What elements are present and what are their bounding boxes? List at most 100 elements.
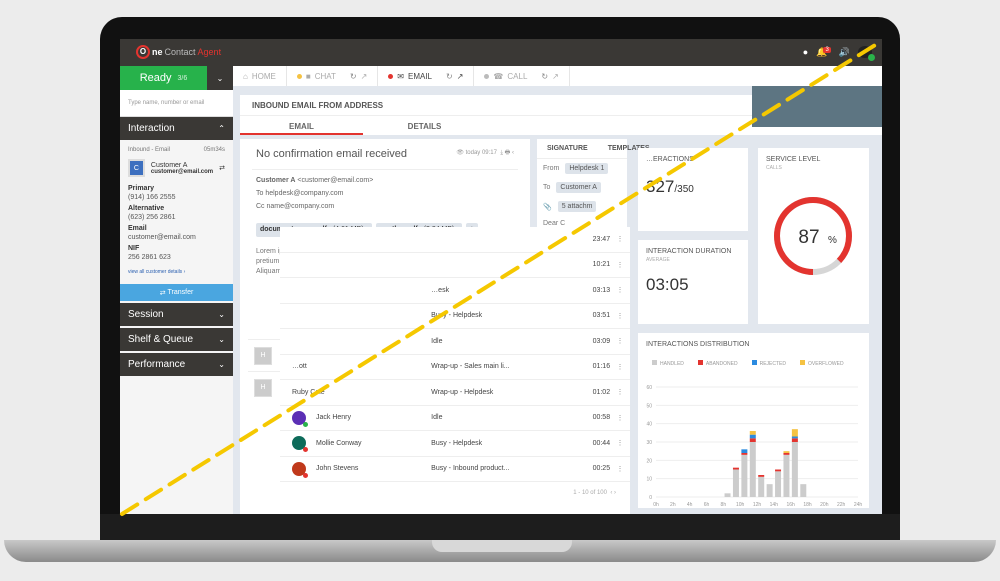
agent-time: 01:02 xyxy=(592,388,611,396)
table-row[interactable]: Busy - Helpdesk 03:51 ⋮ xyxy=(280,304,630,329)
prev-page-icon[interactable]: ‹ xyxy=(610,490,612,496)
legend-item: HANDLED xyxy=(652,360,684,367)
agent-status: Idle xyxy=(431,414,443,422)
table-row[interactable]: …esk 03:13 ⋮ xyxy=(280,278,630,304)
interactions-widget: …ERACTIONS 327/350 xyxy=(638,148,748,231)
refresh-icon[interactable]: ↻ xyxy=(350,72,357,81)
status-dot xyxy=(388,73,394,79)
volume-icon[interactable]: 🔊 xyxy=(839,47,850,58)
tab-label: CHAT xyxy=(314,71,336,81)
y-tick-label: 50 xyxy=(646,403,652,409)
popout-icon[interactable]: ↗ xyxy=(457,72,464,81)
section-performance[interactable]: Performance ⌄ xyxy=(120,353,233,376)
tab-call[interactable]: ☎ CALL ↻ ↗ xyxy=(474,66,570,86)
agent-status[interactable]: Ready 3/6 ⌄ xyxy=(120,66,233,90)
more-vert-icon[interactable]: ⋮ xyxy=(610,286,630,294)
agent-status: Wrap-up - Sales main li... xyxy=(431,363,510,371)
table-row[interactable]: Mollie Conway Busy - Helpdesk 00:44 ⋮ xyxy=(280,431,630,457)
tab-email[interactable]: EMAIL xyxy=(240,116,363,135)
table-row[interactable]: …ott Wrap-up - Sales main li... 01:16 ⋮ xyxy=(280,355,630,380)
tab-details[interactable]: DETAILS xyxy=(363,116,486,135)
bar-abandoned-14h xyxy=(775,469,782,472)
more-vert-icon[interactable]: ⋮ xyxy=(610,363,630,371)
tab-signature[interactable]: SIGNATURE xyxy=(537,139,598,158)
distribution-widget: INTERACTIONS DISTRIBUTION HANDLED ABANDON… xyxy=(638,333,869,508)
more-vert-icon[interactable]: ⋮ xyxy=(610,414,630,422)
attachments-chip[interactable]: 5 attachm xyxy=(557,201,597,212)
section-shelf-queue[interactable]: Shelf & Queue ⌄ xyxy=(120,328,233,351)
next-page-icon[interactable]: › xyxy=(614,490,616,496)
search-input[interactable]: Type name, number or email xyxy=(120,90,233,117)
gauge-unit: % xyxy=(828,235,837,246)
more-vert-icon[interactable]: ⋮ xyxy=(610,388,630,396)
popout-icon[interactable]: ↗ xyxy=(552,72,559,81)
table-row[interactable]: 10:21 ⋮ xyxy=(280,253,630,278)
from-select[interactable]: Helpdesk 1 xyxy=(565,163,609,174)
top-icons: ● 🔔3 🔊 xyxy=(803,46,875,61)
view-customer-details-link[interactable]: view all customer details › xyxy=(128,269,225,275)
section-label: Session xyxy=(128,309,164,320)
table-row[interactable]: 23:47 ⋮ xyxy=(280,227,630,253)
duration-widget: INTERACTION DURATION AVERAGE 03:05 xyxy=(638,240,748,324)
bar-handled-16h xyxy=(791,442,798,497)
customer-card: Inbound - Email 05m34s C Customer Acustom… xyxy=(120,142,233,280)
chevron-down-icon[interactable]: ⌄ xyxy=(207,66,233,90)
agent-status: Busy - Helpdesk xyxy=(431,439,483,447)
popout-icon[interactable]: ↗ xyxy=(361,72,368,81)
alert-icon[interactable]: ● xyxy=(803,47,808,57)
widget-title: …ERACTIONS xyxy=(646,156,694,163)
download-icon[interactable]: ⤓ xyxy=(500,150,503,156)
more-vert-icon[interactable]: ⋮ xyxy=(610,261,630,269)
more-vert-icon[interactable]: ⋮ xyxy=(610,235,630,243)
to-chip[interactable]: Customer A xyxy=(556,182,601,193)
agent-name-cell: …ott xyxy=(292,363,431,370)
table-row[interactable]: Jack Henry Idle 00:58 ⋮ xyxy=(280,406,630,431)
section-session[interactable]: Session ⌄ xyxy=(120,303,233,326)
more-vert-icon[interactable]: ⋮ xyxy=(610,312,630,320)
bar-overflowed-15h xyxy=(783,451,790,453)
y-tick-label: 20 xyxy=(646,458,652,464)
section-interaction[interactable]: Interaction ⌃ xyxy=(120,117,233,140)
bar-handled-10h xyxy=(741,454,748,497)
table-row[interactable]: John Stevens Busy - Inbound product... 00:… xyxy=(280,457,630,482)
notification-badge: 3 xyxy=(823,46,831,53)
transfer-button[interactable]: ⇄ Transfer xyxy=(120,284,233,301)
chat-icon: ■ xyxy=(305,71,311,81)
back-icon[interactable]: ‹ xyxy=(512,150,514,156)
tab-chat[interactable]: ■ CHAT ↻ ↗ xyxy=(287,66,379,86)
bar-overflowed-16h xyxy=(791,429,798,437)
legend-item: OVERFLOWED xyxy=(800,360,844,367)
bell-icon[interactable]: 🔔3 xyxy=(816,46,831,58)
tab-label: CALL xyxy=(507,71,528,81)
more-vert-icon[interactable]: ⋮ xyxy=(610,465,630,473)
refresh-icon[interactable]: ↻ xyxy=(541,72,548,81)
section-label: Performance xyxy=(128,359,186,370)
status-button[interactable]: Ready 3/6 xyxy=(120,66,207,90)
swap-icon[interactable]: ⇄ xyxy=(219,164,225,172)
bar-abandoned-15h xyxy=(783,453,790,455)
more-vert-icon[interactable]: ⋮ xyxy=(610,337,630,345)
x-tick-label: 16h xyxy=(786,502,795,507)
header-banner xyxy=(752,86,882,127)
chevron-up-icon: ⌃ xyxy=(218,124,225,133)
user-avatar[interactable] xyxy=(858,46,875,61)
agent-time: 00:25 xyxy=(592,465,611,473)
agent-status: Idle xyxy=(431,337,443,345)
chevron-down-icon: ⌄ xyxy=(218,335,225,344)
refresh-icon[interactable]: ↻ xyxy=(446,72,453,81)
bar-handled-13h xyxy=(766,484,773,497)
chart-title: INTERACTIONS DISTRIBUTION xyxy=(646,341,750,348)
table-row[interactable]: Idle 03:09 ⋮ xyxy=(280,329,630,355)
tab-email[interactable]: ✉ EMAIL ↻ ↗ xyxy=(378,66,475,86)
logo-agent: Agent xyxy=(197,47,222,57)
bar-overflowed-11h xyxy=(749,431,756,435)
agent-name-cell: Ruby Cole xyxy=(292,389,431,396)
print-icon[interactable]: 🖶 xyxy=(505,150,511,156)
legend-swatch xyxy=(800,360,805,365)
tab-home[interactable]: ⌂ HOME xyxy=(233,66,287,86)
more-vert-icon[interactable]: ⋮ xyxy=(610,439,630,447)
agent-status: Busy - Inbound product... xyxy=(431,465,510,473)
table-row[interactable]: Ruby Cole Wrap-up - Helpdesk 01:02 ⋮ xyxy=(280,380,630,406)
transfer-label: Transfer xyxy=(167,289,194,296)
x-tick-label: 24h xyxy=(854,502,863,507)
